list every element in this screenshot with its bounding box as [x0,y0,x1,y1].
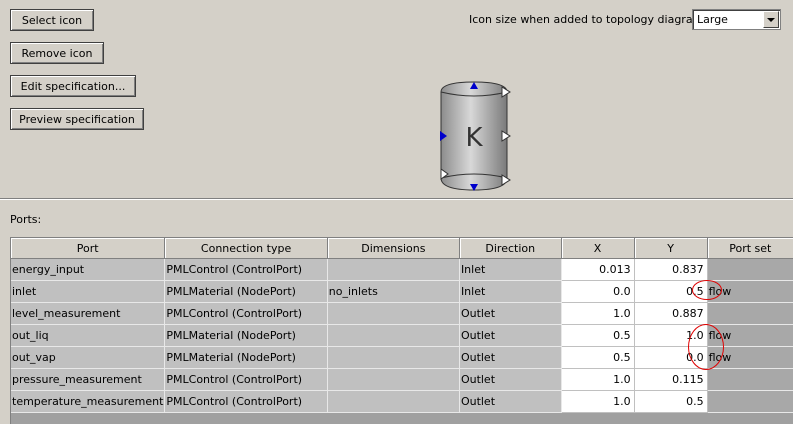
cell-direction[interactable]: Outlet [459,346,562,369]
cell-port-set[interactable] [707,368,793,391]
cell-connection-type[interactable]: PMLControl (ControlPort) [164,390,328,413]
cell-connection-type[interactable]: PMLControl (ControlPort) [164,368,328,391]
column-header-connection-type[interactable]: Connection type [164,238,328,259]
column-header-dimensions[interactable]: Dimensions [327,238,460,259]
cell-connection-type[interactable]: PMLMaterial (NodePort) [164,324,328,347]
cell-dimensions[interactable] [327,324,460,347]
chevron-down-icon[interactable] [763,11,779,28]
cell-direction[interactable]: Outlet [459,390,562,413]
cell-port-set[interactable] [707,258,793,281]
cell-port-set[interactable] [707,390,793,413]
cell-x[interactable]: 0.0 [561,280,635,303]
cell-dimensions[interactable] [327,302,460,325]
cell-port-set[interactable] [707,302,793,325]
icon-size-select[interactable]: Large [692,9,781,30]
ports-label: Ports: [10,213,42,226]
cell-connection-type[interactable]: PMLControl (ControlPort) [164,302,328,325]
cell-x[interactable]: 1.0 [561,302,635,325]
cell-dimensions[interactable] [327,368,460,391]
table-row[interactable]: energy_input PMLControl (ControlPort) Inle… [11,258,793,281]
column-header-direction[interactable]: Direction [459,238,562,259]
table-header-row: Port Connection type Dimensions Directio… [11,238,793,259]
cell-connection-type[interactable]: PMLControl (ControlPort) [164,258,328,281]
table-row[interactable]: temperature_measurement PMLControl (Contr… [11,390,793,413]
cell-direction[interactable]: Inlet [459,258,562,281]
cell-y[interactable]: 0.5 [634,390,708,413]
table-row[interactable]: out_liq PMLMaterial (NodePort) Outlet 0.5 1.… [11,324,793,347]
cell-x[interactable]: 0.5 [561,324,635,347]
cell-port[interactable]: pressure_measurement [11,368,166,391]
cell-direction[interactable]: Outlet [459,302,562,325]
cell-direction[interactable]: Outlet [459,324,562,347]
table-row[interactable]: out_vap PMLMaterial (NodePort) Outlet 0.5 0.… [11,346,793,369]
cell-direction[interactable]: Outlet [459,368,562,391]
cell-port[interactable]: temperature_measurement [11,390,166,413]
cell-y[interactable]: 0.837 [634,258,708,281]
cell-y[interactable]: 0.887 [634,302,708,325]
cell-dimensions[interactable]: no_inlets [327,280,460,303]
cell-port[interactable]: inlet [11,280,166,303]
table-row[interactable]: inlet PMLMaterial (NodePort) no_inlets Inle… [11,280,793,303]
edit-specification-button[interactable]: Edit specification... [10,75,136,97]
cell-connection-type[interactable]: PMLMaterial (NodePort) [164,346,328,369]
column-header-port[interactable]: Port [11,238,166,259]
section-divider [0,198,793,200]
cell-port[interactable]: energy_input [11,258,166,281]
cell-y[interactable]: 0.115 [634,368,708,391]
table-row[interactable]: pressure_measurement PMLControl (ControlP… [11,368,793,391]
cell-x[interactable]: 1.0 [561,390,635,413]
remove-icon-button[interactable]: Remove icon [10,42,104,64]
cell-x[interactable]: 0.5 [561,346,635,369]
ports-table[interactable]: Port Connection type Dimensions Directio… [10,237,793,424]
cell-dimensions[interactable] [327,390,460,413]
annotation-circle-inlet [692,280,722,300]
icon-size-label: Icon size when added to topology diagram… [469,13,713,26]
select-icon-button[interactable]: Select icon [10,9,94,31]
cell-dimensions[interactable] [327,346,460,369]
cell-x[interactable]: 1.0 [561,368,635,391]
cell-x[interactable]: 0.013 [561,258,635,281]
icon-size-value: Large [697,13,728,26]
column-header-x[interactable]: X [561,238,635,259]
cell-port[interactable]: out_vap [11,346,166,369]
column-header-y[interactable]: Y [634,238,708,259]
column-header-port-set[interactable]: Port set [707,238,793,259]
cylinder-vessel-icon: K [440,81,511,191]
table-row[interactable]: level_measurement PMLControl (ControlPort… [11,302,793,325]
cell-dimensions[interactable] [327,258,460,281]
cell-port[interactable]: out_liq [11,324,166,347]
annotation-circle-outlets [688,324,724,370]
cell-port[interactable]: level_measurement [11,302,166,325]
icon-letter: K [465,123,483,153]
cell-connection-type[interactable]: PMLMaterial (NodePort) [164,280,328,303]
cell-direction[interactable]: Inlet [459,280,562,303]
preview-specification-button[interactable]: Preview specification [10,108,144,130]
